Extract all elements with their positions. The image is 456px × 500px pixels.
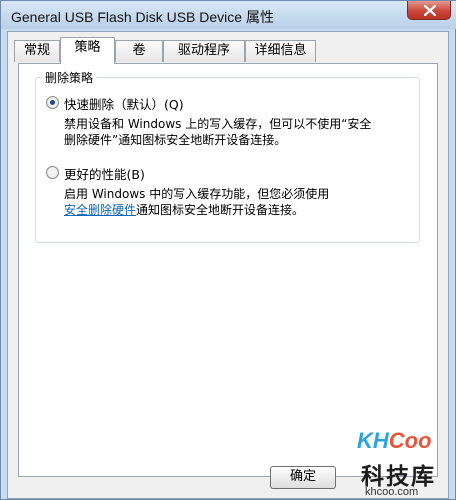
better-performance-desc-line1: 启用 Windows 中的写入缓存功能，但您必须使用 [64,187,330,201]
title-bar[interactable]: General USB Flash Disk USB Device 属性 [1,1,456,29]
close-icon [424,5,436,16]
safely-remove-hardware-link[interactable]: 安全删除硬件 [64,203,136,217]
quick-removal-description: 禁用设备和 Windows 上的写入缓存，但可以不使用“安全 删除硬件”通知图标… [64,116,371,148]
quick-removal-desc-line1: 禁用设备和 Windows 上的写入缓存，但可以不使用“安全 [64,117,372,131]
quick-removal-radio[interactable] [46,96,59,109]
better-performance-desc-line2-rest: 通知图标安全地断开设备连接。 [136,203,305,217]
close-button[interactable] [407,1,451,20]
better-performance-label[interactable]: 更好的性能(B) [64,164,145,183]
tab-policies[interactable]: 策略 [60,37,115,64]
better-performance-desc-line2: 安全删除硬件通知图标安全地断开设备连接。 [64,202,329,218]
quick-removal-label[interactable]: 快速删除（默认）(Q) [64,94,184,113]
tab-driver[interactable]: 驱动程序 [163,40,245,62]
watermark-logo: KHCoo [357,428,432,453]
policies-panel: 删除策略 快速删除（默认）(Q) 禁用设备和 Windows 上的写入缓存，但可… [18,63,438,477]
tab-volumes[interactable]: 卷 [115,40,163,62]
watermark-url: khcoo.com [365,486,419,498]
quick-removal-desc-line2: 删除硬件”通知图标安全地断开设备连接。 [64,133,287,147]
window-title: General USB Flash Disk USB Device 属性 [11,9,274,25]
tab-details[interactable]: 详细信息 [245,40,316,62]
removal-policy-group-title: 删除策略 [42,69,97,86]
better-performance-radio[interactable] [46,166,59,179]
tab-general[interactable]: 常规 [14,40,60,62]
removal-policy-group: 删除策略 快速删除（默认）(Q) 禁用设备和 Windows 上的写入缓存，但可… [35,69,420,243]
better-performance-description: 启用 Windows 中的写入缓存功能，但您必须使用 安全删除硬件通知图标安全地… [64,186,329,218]
ok-button[interactable]: 确定 [270,466,336,489]
properties-window: General USB Flash Disk USB Device 属性 常规 … [0,0,456,500]
